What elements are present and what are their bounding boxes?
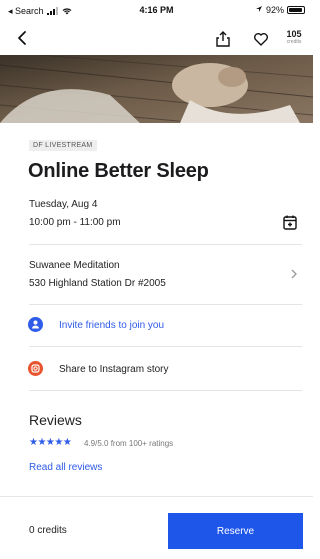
calendar-add-icon bbox=[283, 215, 297, 230]
credits-cost: 0 credits bbox=[29, 525, 67, 536]
credits-balance-label: credits bbox=[286, 39, 302, 45]
location-row[interactable]: Suwanee Meditation 530 Highland Station … bbox=[0, 252, 313, 300]
divider bbox=[29, 244, 302, 245]
divider bbox=[29, 346, 302, 347]
share-instagram-row[interactable]: Share to Instagram story bbox=[0, 356, 313, 382]
add-to-calendar-button[interactable] bbox=[282, 214, 298, 230]
status-right: 92% bbox=[255, 5, 305, 15]
event-time-range: 10:00 pm - 11:00 pm bbox=[29, 217, 121, 228]
back-chevron-icon bbox=[18, 31, 26, 45]
bottom-bar: 0 credits Reserve bbox=[0, 496, 313, 559]
event-title: Online Better Sleep bbox=[28, 160, 209, 182]
hero-image bbox=[0, 55, 313, 123]
location-icon bbox=[255, 5, 263, 15]
invite-friends-icon bbox=[28, 317, 43, 332]
star-icon: ★★★★★ bbox=[29, 437, 72, 448]
nav-bar: 105 credits bbox=[0, 22, 313, 54]
invite-friends-label: Invite friends to join you bbox=[59, 320, 165, 331]
instagram-icon bbox=[28, 361, 43, 376]
share-button[interactable] bbox=[215, 30, 231, 48]
reviews-heading: Reviews bbox=[29, 412, 82, 428]
read-all-reviews-link[interactable]: Read all reviews bbox=[29, 462, 102, 473]
rating-summary: 4.9/5.0 from 100+ ratings bbox=[84, 439, 174, 448]
battery-text: 92% bbox=[265, 5, 284, 15]
divider bbox=[29, 304, 302, 305]
favorite-button[interactable] bbox=[253, 31, 269, 47]
invite-friends-row[interactable]: Invite friends to join you bbox=[0, 312, 313, 338]
credits-balance-value: 105 bbox=[286, 29, 302, 39]
credits-balance-button[interactable]: 105 credits bbox=[280, 29, 308, 45]
chevron-right-icon bbox=[290, 268, 298, 283]
share-instagram-label: Share to Instagram story bbox=[59, 364, 169, 375]
reserve-button[interactable]: Reserve bbox=[168, 513, 303, 549]
back-button[interactable] bbox=[14, 28, 32, 48]
event-date: Tuesday, Aug 4 bbox=[29, 199, 98, 210]
location-name: Suwanee Meditation bbox=[29, 260, 120, 271]
event-category-tag: DF LIVESTREAM bbox=[29, 140, 97, 151]
divider bbox=[29, 390, 302, 391]
share-icon bbox=[216, 31, 230, 47]
battery-icon bbox=[287, 6, 305, 14]
location-address: 530 Highland Station Dr #2005 bbox=[29, 278, 166, 289]
status-bar: ◂ Search 4:16 PM 92% bbox=[0, 0, 313, 20]
heart-icon bbox=[254, 33, 268, 46]
